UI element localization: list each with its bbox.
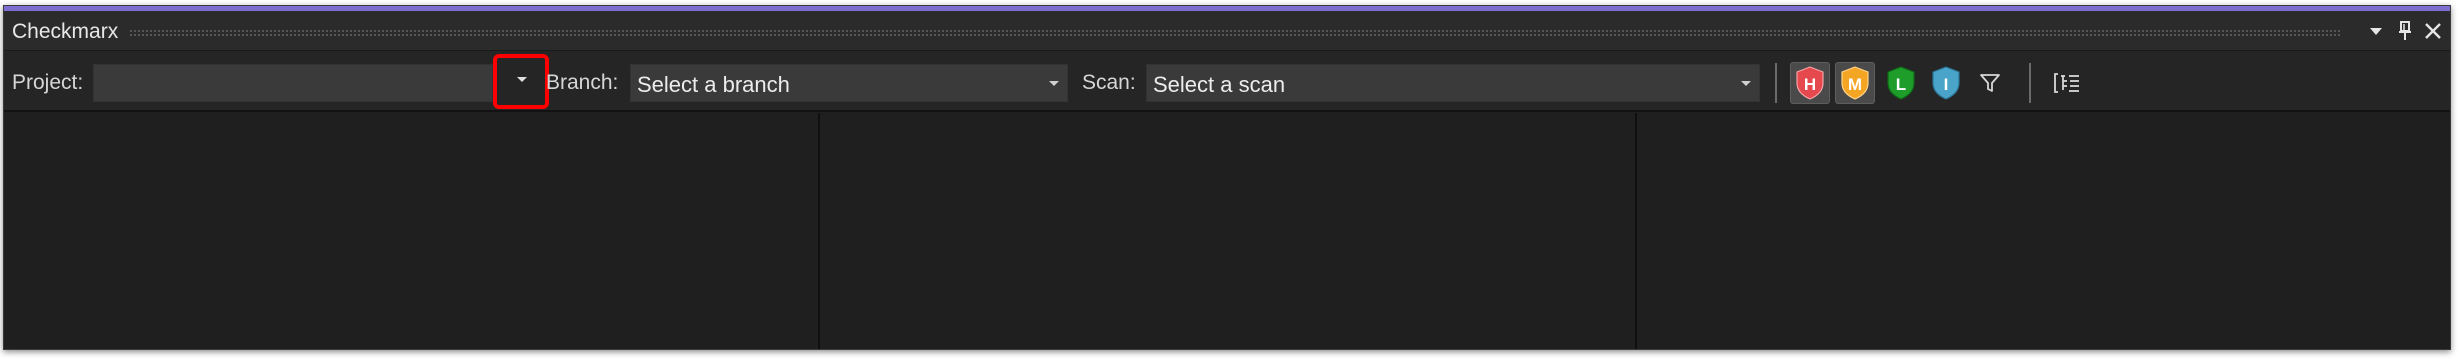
scan-combobox[interactable]: Select a scan [1146, 64, 1760, 102]
drag-grip[interactable] [129, 29, 2340, 37]
chevron-down-icon [517, 77, 527, 82]
severity-letter: H [1804, 75, 1816, 94]
pin-button[interactable] [2391, 17, 2419, 45]
close-button[interactable] [2419, 17, 2447, 45]
close-icon [2425, 23, 2441, 39]
project-label: Project: [12, 71, 84, 94]
toolbar: Project: Branch: Select a branch Scan: S… [4, 51, 2450, 112]
branch-label: Branch: [546, 71, 619, 94]
result-details-pane[interactable] [820, 113, 1635, 349]
info-severity-toggle[interactable]: I [1926, 62, 1966, 104]
project-combobox[interactable] [93, 64, 493, 102]
medium-severity-shield-icon: M [1841, 66, 1869, 100]
low-severity-shield-icon: L [1887, 66, 1915, 100]
branch-value: Select a branch [637, 72, 790, 97]
attack-vector-pane[interactable] [1637, 113, 2450, 349]
window-options-button[interactable] [2362, 17, 2390, 45]
chevron-down-icon [1741, 81, 1751, 86]
results-panes [4, 113, 2450, 349]
info-severity-shield-icon: I [1932, 66, 1960, 100]
checkmarx-tool-window: Checkmarx Project: Branch: Select a bran… [3, 5, 2451, 350]
toolbar-separator [1775, 63, 1777, 103]
group-by-icon [2054, 73, 2079, 93]
branch-combobox[interactable]: Select a branch [630, 64, 1068, 102]
project-dropdown-button[interactable] [493, 54, 549, 109]
high-severity-toggle[interactable]: H [1790, 62, 1830, 104]
dropdown-menu-icon [2370, 28, 2382, 35]
pin-icon [2399, 21, 2411, 40]
filter-button[interactable] [1970, 62, 2010, 104]
scan-label: Scan: [1082, 71, 1136, 94]
window-title: Checkmarx [12, 20, 119, 43]
medium-severity-toggle[interactable]: M [1835, 62, 1875, 104]
severity-letter: I [1944, 75, 1949, 94]
scan-value: Select a scan [1153, 72, 1286, 97]
toolbar-separator [2029, 63, 2031, 103]
severity-letter: M [1848, 75, 1862, 94]
chevron-down-icon [1049, 81, 1059, 86]
group-by-button[interactable] [2047, 62, 2087, 104]
high-severity-shield-icon: H [1796, 66, 1824, 100]
low-severity-toggle[interactable]: L [1881, 62, 1921, 104]
results-tree-pane[interactable] [4, 113, 818, 349]
filter-icon [1980, 74, 2000, 92]
severity-letter: L [1896, 75, 1906, 94]
title-bar: Checkmarx [4, 11, 2450, 51]
